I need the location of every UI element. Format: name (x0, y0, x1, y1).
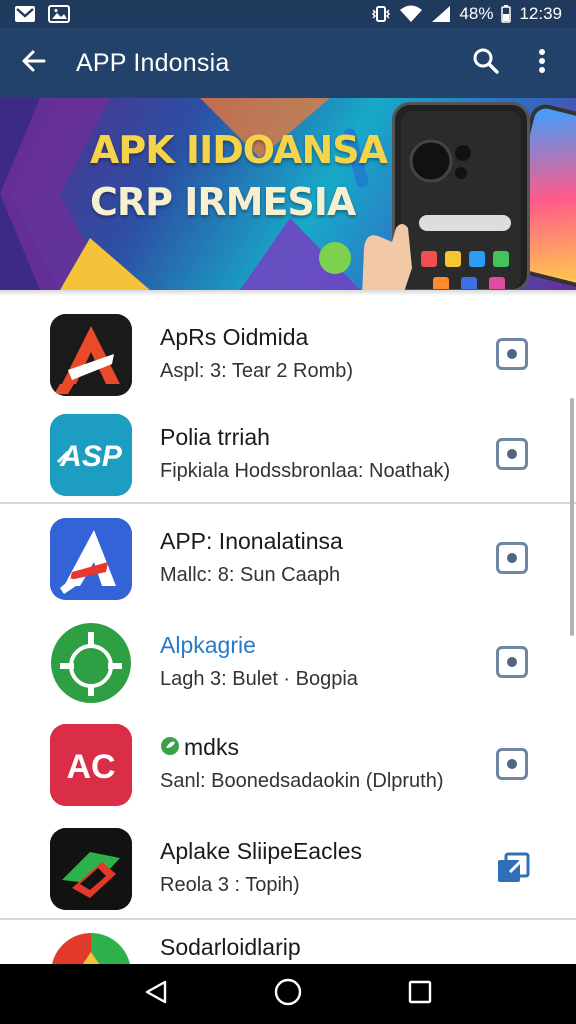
arrow-left-icon (20, 47, 48, 80)
red-arrow-a-icon (50, 314, 132, 396)
open-button[interactable] (496, 852, 530, 886)
page-title: APP Indonsia (76, 48, 230, 77)
status-bar: 48% 12:39 (0, 0, 576, 28)
ac-logo-icon: AC (50, 724, 132, 806)
banner-headline-1: APK IIDOANSA (90, 128, 388, 172)
nav-back-icon (143, 979, 169, 1010)
colorful-partial-icon (50, 932, 132, 964)
app-bar: APP Indonsia (0, 28, 576, 98)
nav-home-button[interactable] (268, 974, 308, 1014)
nav-recents-icon (408, 980, 432, 1009)
list-divider (0, 502, 576, 504)
app-name: mdks (160, 734, 239, 762)
install-icon (507, 553, 517, 563)
leaf-badge-icon (160, 735, 180, 762)
asp-logo-icon: ASP (50, 414, 132, 496)
system-nav-bar (0, 964, 576, 1024)
app-list: ApRs Oidmida Aspl: 3: Tear 2 Romb) ASP P… (0, 290, 576, 964)
svg-text:AC: AC (66, 748, 115, 786)
app-name: Aplake SliipeEacles (160, 838, 363, 864)
banner-headline-2: CRP IRMESIA (90, 180, 356, 224)
list-divider (0, 918, 576, 920)
install-button[interactable] (496, 438, 528, 470)
battery-icon (501, 5, 512, 23)
app-name: Polia trriah (160, 424, 270, 450)
signal-icon (431, 5, 451, 23)
svg-text:ASP: ASP (59, 440, 123, 473)
install-button[interactable] (496, 646, 528, 678)
scrollbar-thumb[interactable] (570, 398, 574, 636)
app-name-text: mdks (184, 734, 239, 760)
nav-home-icon (273, 977, 303, 1012)
open-icon (496, 852, 530, 890)
list-item[interactable]: ASP Polia trriah Fipkiala Hodssbronlaa: … (0, 404, 576, 504)
install-button[interactable] (496, 338, 528, 370)
vibrate-icon (371, 5, 391, 23)
app-subtitle: Fipkiala Hodssbronlaa: Noathak) (160, 460, 451, 482)
install-icon (507, 349, 517, 359)
list-item[interactable]: Sodarloidlarip (0, 922, 576, 964)
back-button[interactable] (14, 43, 54, 83)
app-name: Sodarloidlarip (160, 934, 301, 960)
list-item[interactable]: AC mdks Sanl: Boonedsadaokin (Dlpruth) (0, 714, 576, 814)
clock: 12:39 (519, 4, 562, 23)
app-subtitle: Mallc: 8: Sun Caaph (160, 564, 341, 586)
gallery-notification-icon (48, 5, 70, 23)
more-vert-icon (538, 48, 546, 79)
app-name: ApRs Oidmida (160, 324, 309, 350)
install-button[interactable] (496, 542, 528, 574)
gmail-notification-icon (14, 5, 36, 23)
app-subtitle: Reola 3 : Topih) (160, 874, 300, 896)
more-options-button[interactable] (522, 43, 562, 83)
app-name: Alpkagrie (160, 632, 256, 658)
install-icon (507, 657, 517, 667)
search-button[interactable] (466, 43, 506, 83)
app-subtitle: Aspl: 3: Tear 2 Romb) (160, 360, 354, 382)
list-item[interactable]: Aplake SliipeEacles Reola 3 : Topih) (0, 818, 576, 918)
blue-a-logo-icon (50, 518, 132, 600)
nav-recents-button[interactable] (400, 974, 440, 1014)
battery-percent: 48% (459, 4, 494, 23)
download-icon (507, 759, 517, 769)
green-red-arrow-icon (50, 828, 132, 910)
install-icon (507, 449, 517, 459)
hand-illustration (362, 224, 412, 290)
promo-banner[interactable]: APK IIDOANSA CRP IRMESIA (0, 98, 576, 290)
nav-back-button[interactable] (136, 974, 176, 1014)
app-name: APP: Inonalatinsa (160, 528, 343, 554)
app-subtitle: Sanl: Boonedsadaokin (Dlpruth) (160, 770, 444, 792)
app-subtitle: Lagh 3: Bulet · Bogpia (160, 668, 358, 690)
list-item[interactable]: APP: Inonalatinsa Mallc: 8: Sun Caaph (0, 508, 576, 608)
wifi-icon (399, 5, 423, 23)
list-item[interactable]: Alpkagrie Lagh 3: Bulet · Bogpia (0, 612, 576, 712)
search-icon (472, 47, 500, 80)
android-target-icon (50, 622, 132, 704)
list-item[interactable]: ApRs Oidmida Aspl: 3: Tear 2 Romb) (0, 304, 576, 404)
download-button[interactable] (496, 748, 528, 780)
